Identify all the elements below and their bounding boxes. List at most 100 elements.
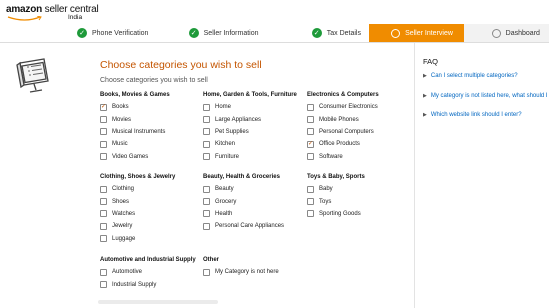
- checkbox[interactable]: [100, 281, 107, 289]
- checkbox[interactable]: [203, 116, 210, 124]
- category-group-automotive: Automotive and Industrial Supply Automot…: [100, 257, 196, 291]
- faq-link-website-link[interactable]: ▶ Which website link should I enter?: [423, 112, 522, 118]
- checkbox-label: Watches: [112, 210, 136, 217]
- category-checkbox-industrial-supply[interactable]: Industrial Supply: [100, 278, 196, 290]
- category-checkbox-luggage[interactable]: Luggage: [100, 233, 175, 245]
- faq-link-label: Can I select multiple categories?: [430, 73, 518, 79]
- faq-link-label: Which website link should I enter?: [430, 112, 522, 118]
- step-seller-interview[interactable]: Seller Interview: [369, 24, 464, 42]
- top-header: amazon seller central India ✓ Phone Veri…: [0, 0, 549, 43]
- category-checkbox-home[interactable]: Home: [203, 101, 297, 113]
- checkmark-icon: ✓: [77, 28, 87, 38]
- checkbox[interactable]: ✓: [100, 103, 107, 111]
- category-checkbox-jewelry[interactable]: Jewelry: [100, 220, 175, 232]
- checkbox-label: Mobile Phones: [319, 116, 359, 123]
- step-seller-information[interactable]: ✓ Seller Information: [171, 24, 294, 42]
- category-checkbox-shoes[interactable]: Shoes: [100, 195, 175, 207]
- amazon-smile-icon: [7, 16, 42, 21]
- checkbox-label: Industrial Supply: [112, 281, 157, 288]
- chevron-right-icon: ▶: [423, 93, 427, 99]
- category-checkbox-health[interactable]: Health: [203, 208, 284, 220]
- category-checkbox-clothing[interactable]: Clothing: [100, 183, 175, 195]
- checkbox[interactable]: [203, 128, 210, 136]
- category-checkbox-personal-computers[interactable]: Personal Computers: [307, 126, 379, 138]
- amazon-seller-central-logo[interactable]: amazon seller central India: [6, 4, 99, 21]
- checkbox[interactable]: [307, 210, 314, 218]
- checkbox-label: Clothing: [112, 186, 135, 193]
- category-checkbox-toys[interactable]: Toys: [307, 195, 365, 207]
- checkbox[interactable]: [203, 153, 210, 161]
- pending-step-icon: [491, 28, 501, 38]
- checkbox[interactable]: [307, 185, 314, 193]
- category-group-books: Books, Movies & Games ✓ Books Movies Musi…: [100, 92, 170, 163]
- category-checkbox-furniture[interactable]: Furniture: [203, 151, 297, 163]
- category-checkbox-kitchen[interactable]: Kitchen: [203, 138, 297, 150]
- faq-link-category-not-listed[interactable]: ▶ My category is not listed here, what sh…: [423, 93, 548, 99]
- category-checkbox-watches[interactable]: Watches: [100, 208, 175, 220]
- checkbox[interactable]: [203, 198, 210, 206]
- step-tax-details[interactable]: ✓ Tax Details: [294, 24, 369, 42]
- checkbox[interactable]: [100, 222, 107, 230]
- group-heading: Electronics & Computers: [307, 92, 379, 98]
- checkbox[interactable]: [203, 268, 210, 276]
- checkbox-label: Grocery: [215, 198, 237, 205]
- checkbox[interactable]: [100, 153, 107, 161]
- checkbox[interactable]: [203, 210, 210, 218]
- category-checkbox-musical-instruments[interactable]: Musical Instruments: [100, 126, 170, 138]
- checkbox[interactable]: [100, 210, 107, 218]
- category-checkbox-beauty[interactable]: Beauty: [203, 183, 284, 195]
- category-checkbox-large-appliances[interactable]: Large Appliances: [203, 113, 297, 125]
- category-checkbox-music[interactable]: Music: [100, 138, 170, 150]
- progress-steps: ✓ Phone Verification ✓ Seller Informatio…: [60, 24, 549, 42]
- checkbox-label: Music: [112, 141, 128, 148]
- group-heading: Automotive and Industrial Supply: [100, 257, 196, 263]
- checkbox[interactable]: [203, 140, 210, 148]
- category-group-beauty: Beauty, Health & Groceries Beauty Grocer…: [203, 174, 284, 233]
- category-checkbox-automotive[interactable]: Automotive: [100, 266, 196, 278]
- checkbox-label: Jewelry: [112, 223, 133, 230]
- category-checkbox-movies[interactable]: Movies: [100, 113, 170, 125]
- category-checkbox-software[interactable]: Software: [307, 151, 379, 163]
- checkbox[interactable]: [100, 128, 107, 136]
- step-label: Seller Information: [203, 29, 259, 37]
- checkbox[interactable]: ✓: [307, 140, 314, 148]
- checkbox[interactable]: [100, 140, 107, 148]
- checkbox[interactable]: [307, 103, 314, 111]
- checkbox-label: Kitchen: [215, 141, 236, 148]
- step-phone-verification[interactable]: ✓ Phone Verification: [60, 24, 171, 42]
- checkbox[interactable]: [100, 268, 107, 276]
- category-checkbox-personal-care-appliances[interactable]: Personal Care Appliances: [203, 220, 284, 232]
- category-checkbox-mobile-phones[interactable]: Mobile Phones: [307, 113, 379, 125]
- checkbox[interactable]: [307, 198, 314, 206]
- checkbox-label: Software: [319, 153, 343, 160]
- checkbox[interactable]: [203, 103, 210, 111]
- category-checkbox-baby[interactable]: Baby: [307, 183, 365, 195]
- checkbox-label: Shoes: [112, 198, 130, 205]
- faq-panel: FAQ ▶ Can I select multiple categories? ▶…: [414, 43, 549, 308]
- faq-link-label: My category is not listed here, what sho…: [430, 93, 548, 99]
- faq-link-multiple-categories[interactable]: ▶ Can I select multiple categories?: [423, 73, 518, 79]
- category-checkbox-books[interactable]: ✓ Books: [100, 101, 170, 113]
- checkbox-label: Office Products: [319, 141, 360, 148]
- category-checkbox-grocery[interactable]: Grocery: [203, 195, 284, 207]
- category-checkbox-my-category-not-here[interactable]: My Category is not here: [203, 266, 279, 278]
- checkbox[interactable]: [100, 116, 107, 124]
- checkbox[interactable]: [307, 116, 314, 124]
- checkbox-label: Personal Care Appliances: [215, 223, 285, 230]
- category-checkbox-video-games[interactable]: Video Games: [100, 151, 170, 163]
- checkbox[interactable]: [307, 153, 314, 161]
- category-checkbox-pet-supplies[interactable]: Pet Supplies: [203, 126, 297, 138]
- checkbox-label: Automotive: [112, 269, 143, 276]
- checkbox-label: Sporting Goods: [319, 210, 361, 217]
- checkbox[interactable]: [100, 198, 107, 206]
- group-heading: Home, Garden & Tools, Furniture: [203, 92, 297, 98]
- checkbox[interactable]: [100, 235, 107, 243]
- checkbox[interactable]: [203, 222, 210, 230]
- category-checkbox-sporting-goods[interactable]: Sporting Goods: [307, 208, 365, 220]
- category-checkbox-office-products[interactable]: ✓ Office Products: [307, 138, 379, 150]
- checkbox[interactable]: [203, 185, 210, 193]
- step-dashboard[interactable]: Dashboard: [463, 24, 549, 42]
- checkbox[interactable]: [307, 128, 314, 136]
- category-checkbox-consumer-electronics[interactable]: Consumer Electronics: [307, 101, 379, 113]
- checkbox[interactable]: [100, 185, 107, 193]
